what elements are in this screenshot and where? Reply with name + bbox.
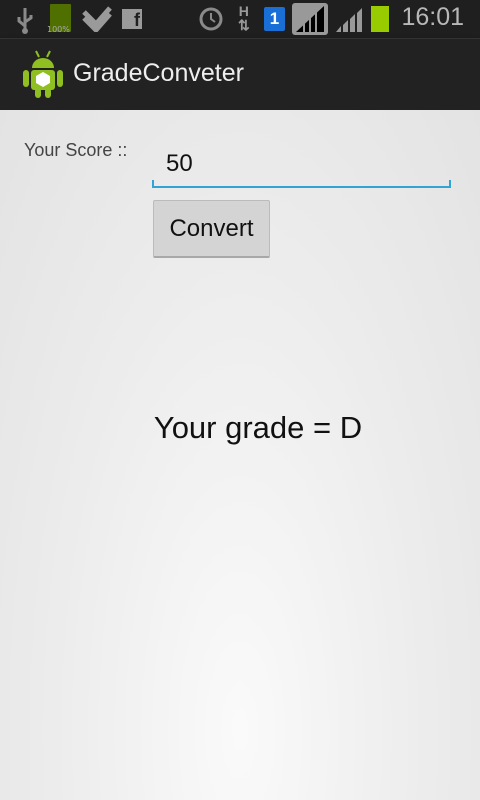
app-title: GradeConveter bbox=[73, 59, 244, 87]
score-input[interactable] bbox=[152, 142, 451, 188]
battery-full-icon: 100% bbox=[47, 4, 71, 34]
status-bar: 100% f H ⇅ 1 16:01 bbox=[0, 0, 480, 38]
convert-button[interactable]: Convert bbox=[153, 200, 270, 258]
usb-icon bbox=[17, 8, 33, 34]
status-time: 16:01 bbox=[401, 3, 464, 31]
facebook-icon: f bbox=[122, 9, 142, 30]
check-icon bbox=[82, 6, 112, 32]
alarm-icon bbox=[199, 7, 223, 31]
input-edge-left bbox=[152, 180, 154, 186]
sim-1-icon: 1 bbox=[264, 7, 285, 31]
signal-sim1-icon bbox=[292, 3, 328, 35]
action-bar: GradeConveter bbox=[0, 38, 480, 110]
grade-result: Your grade = D bbox=[153, 410, 363, 445]
signal-sim2-icon bbox=[336, 8, 362, 32]
battery-icon bbox=[371, 6, 389, 32]
score-label: Your Score :: bbox=[24, 140, 128, 160]
main-content: Your Score :: Convert Your grade = D bbox=[0, 110, 480, 800]
android-icon[interactable] bbox=[22, 50, 64, 98]
input-edge-right bbox=[449, 180, 451, 186]
hsdpa-data-icon: H ⇅ bbox=[238, 3, 250, 33]
